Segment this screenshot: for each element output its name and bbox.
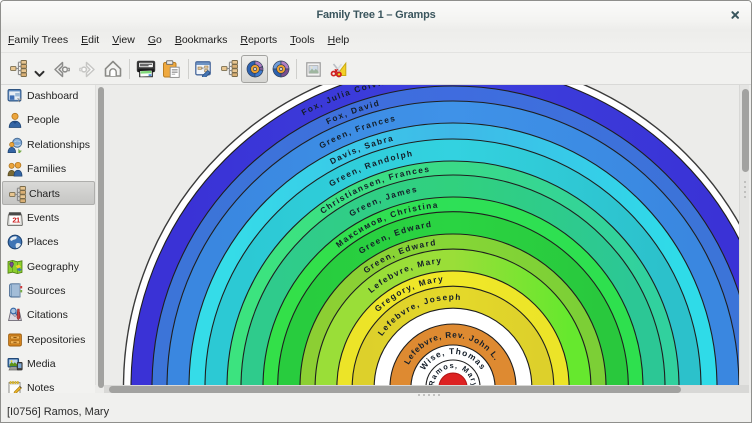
svg-text:1: 1 <box>16 215 20 224</box>
